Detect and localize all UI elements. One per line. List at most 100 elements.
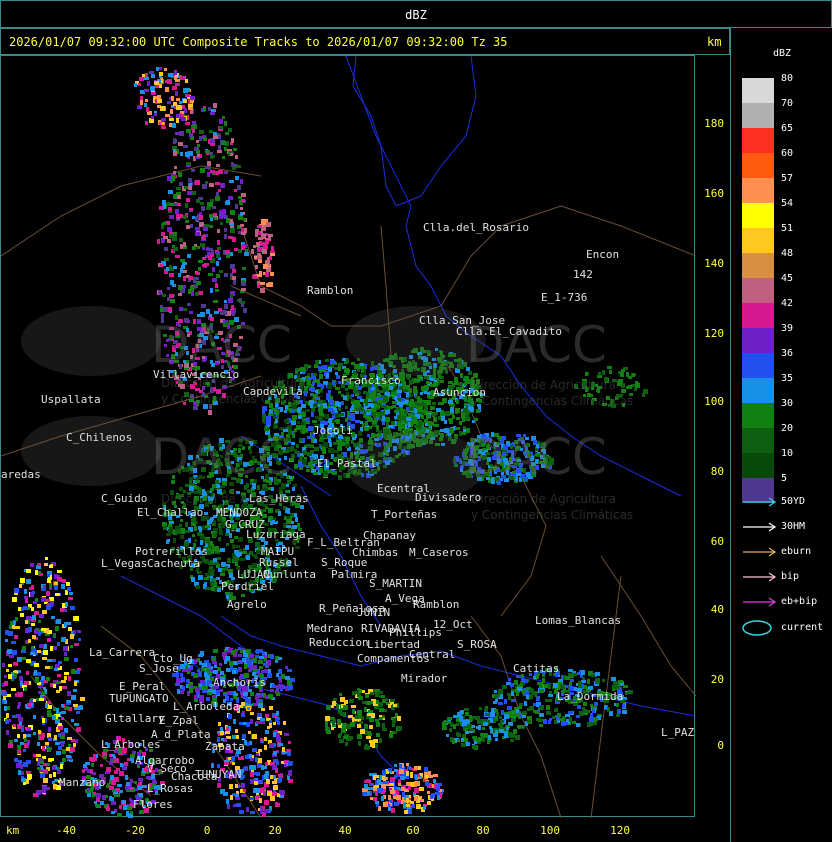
radar-echo-pixel bbox=[494, 690, 497, 693]
radar-echo-pixel bbox=[2, 663, 5, 667]
radar-echo-pixel bbox=[393, 796, 396, 799]
radar-echo-pixel bbox=[255, 542, 260, 547]
radar-echo-pixel bbox=[58, 661, 62, 664]
radar-echo-pixel bbox=[230, 210, 235, 215]
radar-echo-pixel bbox=[61, 637, 66, 642]
radar-echo-pixel bbox=[302, 429, 305, 434]
radar-echo-pixel bbox=[372, 420, 377, 424]
radar-echo-pixel bbox=[375, 692, 379, 697]
radar-echo-pixel bbox=[238, 537, 243, 542]
radar-echo-pixel bbox=[464, 708, 469, 711]
radar-echo-pixel bbox=[548, 694, 553, 697]
radar-echo-pixel bbox=[201, 304, 206, 308]
radar-echo-pixel bbox=[338, 475, 342, 480]
radar-echo-pixel bbox=[161, 126, 166, 129]
radar-echo-pixel bbox=[403, 802, 406, 805]
radar-echo-pixel bbox=[257, 247, 262, 252]
radar-echo-pixel bbox=[384, 405, 387, 409]
radar-echo-pixel bbox=[210, 581, 214, 586]
radar-echo-pixel bbox=[290, 678, 295, 682]
radar-echo-pixel bbox=[369, 725, 373, 729]
header-bar: 2026/01/07 09:32:00 UTC Composite Tracks… bbox=[0, 28, 730, 55]
radar-echo-pixel bbox=[390, 699, 395, 702]
radar-echo-pixel bbox=[41, 628, 46, 631]
radar-echo-pixel bbox=[189, 311, 193, 314]
radar-echo-pixel bbox=[461, 743, 466, 747]
radar-echo-pixel bbox=[323, 403, 327, 408]
radar-echo-pixel bbox=[190, 100, 194, 103]
radar-echo-pixel bbox=[250, 772, 254, 777]
radar-echo-pixel bbox=[43, 778, 48, 783]
radar-echo-pixel bbox=[406, 771, 409, 776]
radar-echo-pixel bbox=[26, 579, 31, 584]
radar-echo-pixel bbox=[57, 577, 62, 581]
radar-echo-pixel bbox=[303, 450, 307, 455]
radar-echo-pixel bbox=[8, 664, 12, 667]
radar-echo-pixel bbox=[285, 676, 290, 680]
radar-echo-pixel bbox=[364, 724, 368, 729]
radar-echo-pixel bbox=[516, 675, 521, 678]
radar-echo-pixel bbox=[554, 720, 557, 724]
radar-echo-pixel bbox=[430, 795, 433, 799]
radar-echo-pixel bbox=[229, 784, 233, 789]
radar-map[interactable]: DACC Dirección de Agricultura y Continge… bbox=[0, 55, 696, 818]
radar-echo-pixel bbox=[260, 718, 265, 721]
radar-echo-pixel bbox=[272, 781, 277, 784]
radar-echo-pixel bbox=[498, 689, 503, 694]
radar-echo-pixel bbox=[8, 719, 11, 722]
radar-echo-pixel bbox=[194, 277, 199, 280]
radar-echo-pixel bbox=[76, 711, 80, 714]
radar-echo-pixel bbox=[258, 231, 261, 235]
radar-echo-pixel bbox=[226, 543, 229, 546]
radar-echo-pixel bbox=[183, 215, 187, 219]
radar-echo-pixel bbox=[176, 678, 179, 683]
radar-echo-pixel bbox=[350, 722, 355, 727]
radar-echo-pixel bbox=[215, 251, 220, 254]
radar-echo-pixel bbox=[189, 133, 193, 137]
radar-echo-pixel bbox=[256, 795, 259, 799]
radar-echo-pixel bbox=[202, 663, 207, 667]
radar-echo-pixel bbox=[64, 672, 69, 675]
radar-echo-pixel bbox=[499, 716, 502, 719]
radar-echo-pixel bbox=[440, 380, 444, 383]
radar-echo-pixel bbox=[321, 384, 324, 389]
radar-echo-pixel bbox=[449, 429, 454, 433]
radar-echo-pixel bbox=[185, 522, 188, 527]
radar-echo-pixel bbox=[202, 690, 207, 693]
radar-echo-pixel bbox=[276, 761, 279, 765]
radar-echo-pixel bbox=[48, 747, 51, 752]
radar-echo-pixel bbox=[240, 301, 245, 304]
radar-echo-pixel bbox=[214, 661, 217, 665]
radar-echo-pixel bbox=[317, 383, 321, 387]
radar-echo-pixel bbox=[456, 732, 459, 736]
radar-echo-pixel bbox=[246, 555, 250, 560]
radar-echo-pixel bbox=[207, 172, 210, 175]
radar-echo-pixel bbox=[424, 419, 428, 423]
radar-echo-pixel bbox=[321, 447, 326, 451]
radar-echo-pixel bbox=[424, 767, 428, 772]
radar-echo-pixel bbox=[219, 270, 223, 273]
radar-echo-pixel bbox=[22, 657, 26, 660]
radar-echo-pixel bbox=[255, 265, 258, 269]
radar-echo-pixel bbox=[235, 784, 238, 788]
radar-echo-pixel bbox=[266, 420, 271, 425]
radar-echo-pixel bbox=[500, 720, 504, 723]
radar-echo-pixel bbox=[216, 577, 220, 580]
radar-echo-pixel bbox=[196, 281, 201, 285]
radar-echo-pixel bbox=[53, 633, 56, 638]
radar-echo-pixel bbox=[352, 709, 355, 714]
radar-echo-pixel bbox=[180, 690, 184, 694]
radar-echo-pixel bbox=[365, 744, 368, 747]
radar-echo-pixel bbox=[47, 659, 52, 662]
radar-echo-pixel bbox=[359, 711, 362, 715]
radar-echo-pixel bbox=[529, 694, 533, 699]
radar-echo-pixel bbox=[305, 418, 309, 421]
radar-echo-pixel bbox=[543, 719, 547, 724]
radar-echo-pixel bbox=[179, 113, 182, 116]
radar-echo-pixel bbox=[175, 209, 179, 214]
radar-echo-pixel bbox=[54, 582, 58, 585]
radar-echo-pixel bbox=[195, 582, 199, 585]
radar-echo-pixel bbox=[377, 394, 381, 397]
radar-echo-pixel bbox=[68, 676, 71, 681]
radar-echo-pixel bbox=[482, 737, 485, 742]
